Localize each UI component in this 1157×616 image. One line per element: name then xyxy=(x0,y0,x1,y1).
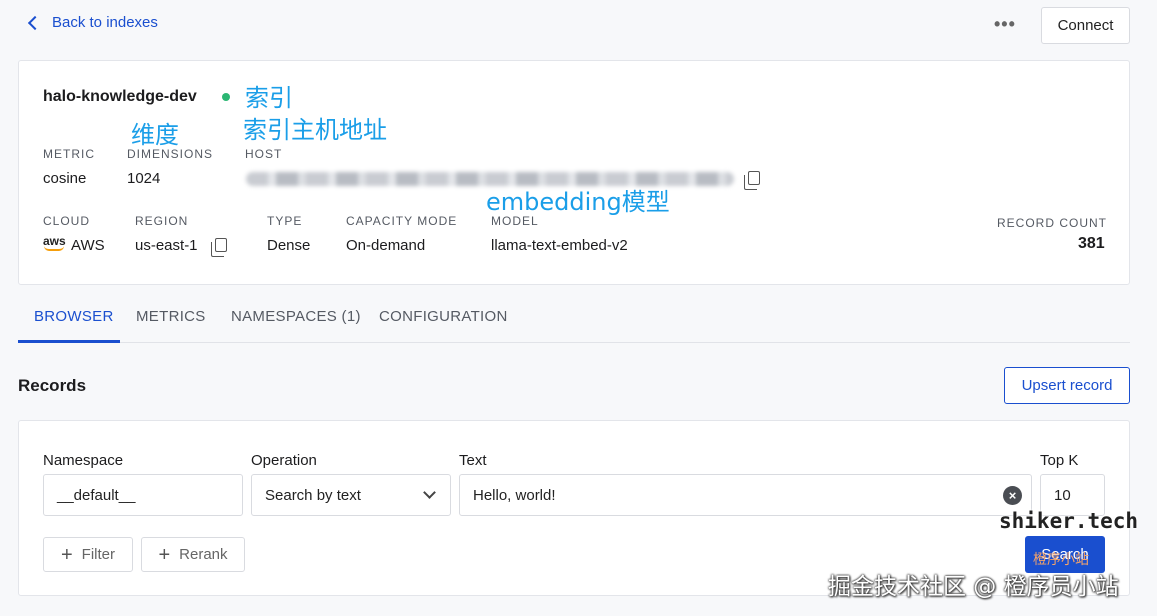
region-label: REGION xyxy=(135,214,189,228)
topk-value: 10 xyxy=(1054,486,1071,504)
operation-select[interactable]: Search by text xyxy=(251,474,451,516)
tab-configuration[interactable]: CONFIGURATION xyxy=(379,308,508,325)
model-label: MODEL xyxy=(491,214,539,228)
connect-button[interactable]: Connect xyxy=(1041,7,1130,44)
topk-label: Top K xyxy=(1040,452,1079,469)
text-label: Text xyxy=(459,452,487,469)
aws-logo-icon: aws xyxy=(43,234,66,248)
record-count-value: 381 xyxy=(1078,235,1105,252)
clear-text-icon[interactable]: × xyxy=(1003,485,1022,505)
chevron-down-icon xyxy=(423,486,436,499)
tabs-divider xyxy=(18,342,1130,343)
watermark-small: 橙序小站 xyxy=(1033,551,1089,567)
annotation-host: 索引主机地址 xyxy=(243,116,387,144)
metric-label: METRIC xyxy=(43,147,95,161)
annotation-index: 索引 xyxy=(245,84,293,112)
capacity-mode-label: CAPACITY MODE xyxy=(346,214,458,228)
more-options-icon[interactable]: ••• xyxy=(994,14,1016,35)
type-value: Dense xyxy=(267,237,311,254)
rerank-label: Rerank xyxy=(179,546,228,563)
tab-namespaces[interactable]: NAMESPACES (1) xyxy=(231,308,361,325)
namespace-value: __default__ xyxy=(57,486,136,504)
active-tab-underline xyxy=(18,340,120,343)
records-title: Records xyxy=(18,376,87,395)
tab-metrics[interactable]: METRICS xyxy=(136,308,206,325)
capacity-mode-value: On-demand xyxy=(346,237,426,254)
watermark-footer: 掘金技术社区 @ 橙序员小站 xyxy=(828,574,1119,600)
filter-button[interactable]: + Filter xyxy=(43,537,133,572)
cloud-label: CLOUD xyxy=(43,214,91,228)
dimensions-value: 1024 xyxy=(127,170,161,187)
host-value-redacted xyxy=(246,172,734,186)
filter-label: Filter xyxy=(81,546,116,563)
namespace-input[interactable]: __default__ xyxy=(43,474,243,516)
text-value: Hello, world! xyxy=(473,486,556,504)
annotation-dimensions: 维度 xyxy=(131,121,179,149)
watermark-site: shiker.tech xyxy=(999,509,1139,533)
text-input[interactable]: Hello, world! × xyxy=(459,474,1032,516)
annotation-model: embedding模型 xyxy=(486,188,670,216)
operation-value: Search by text xyxy=(265,486,361,504)
host-label: HOST xyxy=(245,147,283,161)
plus-icon: + xyxy=(158,543,171,566)
rerank-button[interactable]: + Rerank xyxy=(141,537,245,572)
type-label: TYPE xyxy=(267,214,303,228)
status-dot xyxy=(222,93,230,101)
plus-icon: + xyxy=(60,543,73,566)
back-to-indexes-link[interactable]: Back to indexes xyxy=(26,14,158,31)
aws-logo-smile xyxy=(44,246,64,251)
dimensions-label: DIMENSIONS xyxy=(127,147,214,161)
chevron-left-icon xyxy=(27,15,43,30)
cloud-value: AWS xyxy=(71,237,105,254)
namespace-label: Namespace xyxy=(43,452,124,469)
record-count-label: RECORD COUNT xyxy=(997,216,1107,230)
metric-value: cosine xyxy=(43,170,87,187)
copy-region-icon[interactable] xyxy=(211,238,227,257)
tab-browser[interactable]: BROWSER xyxy=(34,308,114,325)
region-value: us-east-1 xyxy=(135,237,198,254)
index-name: halo-knowledge-dev xyxy=(43,88,197,105)
back-link-label: Back to indexes xyxy=(52,14,158,31)
operation-label: Operation xyxy=(251,452,317,469)
upsert-record-button[interactable]: Upsert record xyxy=(1004,367,1130,404)
copy-host-icon[interactable] xyxy=(744,171,760,190)
model-value: llama-text-embed-v2 xyxy=(491,237,628,254)
